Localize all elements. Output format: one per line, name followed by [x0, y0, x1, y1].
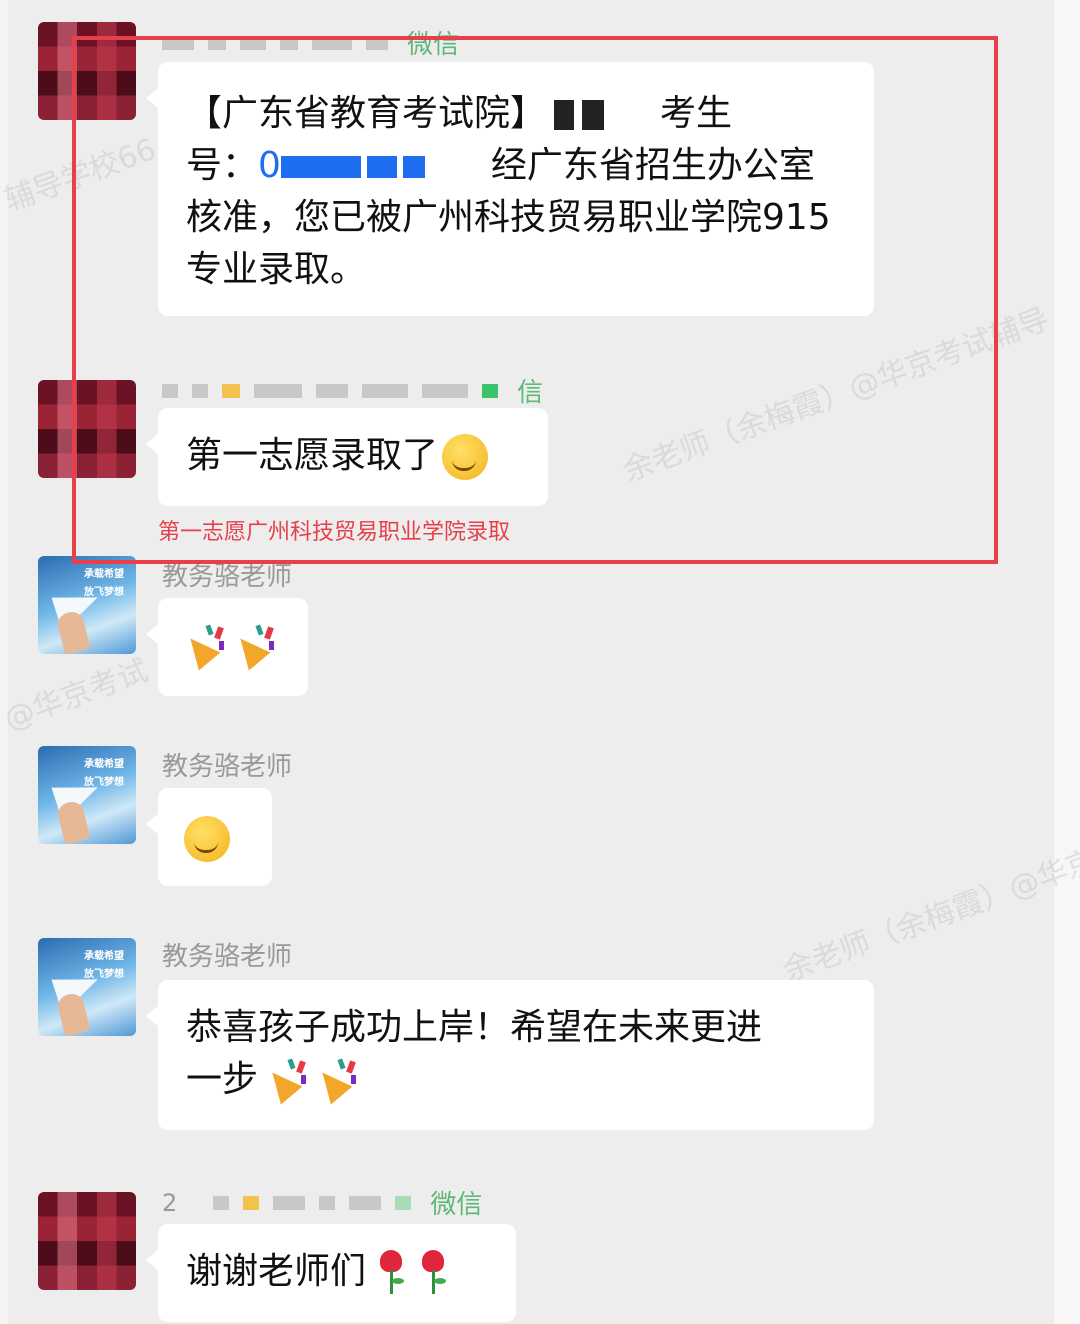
watermark: 余老师（余梅霞）@华京考试辅导 [778, 801, 1080, 989]
annotation-highlight-box [72, 36, 998, 564]
message-text: 恭喜孩子成功上岸！希望在未来更进 一步 [186, 1002, 846, 1106]
avatar[interactable] [38, 1192, 136, 1290]
avatar[interactable]: 承载希望 放飞梦想 [38, 746, 136, 844]
avatar-text: 承载希望 放飞梦想 [84, 569, 124, 598]
rose-emoji [416, 1250, 450, 1296]
rose-emoji [374, 1250, 408, 1296]
message-bubble[interactable] [146, 788, 272, 886]
sender-prefix: 2 [162, 1188, 178, 1217]
message-bubble[interactable]: 恭喜孩子成功上岸！希望在未来更进 一步 [146, 980, 874, 1130]
party-popper-emoji [261, 1058, 308, 1105]
avatar-text: 承载希望 放飞梦想 [84, 951, 124, 980]
sender-name-masked: 2 微信 [162, 1184, 482, 1221]
wechat-badge: 微信 [430, 1190, 483, 1220]
message-bubble[interactable] [146, 598, 308, 696]
sender-name: 教务骆老师 [162, 752, 293, 782]
smirking-face-emoji [184, 816, 230, 862]
sender-name: 教务骆老师 [162, 942, 293, 972]
right-edge [1054, 0, 1080, 1324]
party-popper-emoji [311, 1058, 358, 1105]
message-text: 谢谢老师们 [186, 1251, 367, 1292]
avatar[interactable]: 承载希望 放飞梦想 [38, 938, 136, 1036]
watermark: @华京考试 [0, 653, 153, 738]
chat-screen: 辅导学校66 余老师（余梅霞）@华京考试辅导 @华京考试 余老师（余梅霞）@华京… [0, 0, 1080, 1324]
message-bubble[interactable]: 谢谢老师们 [146, 1224, 516, 1322]
avatar[interactable]: 承载希望 放飞梦想 [38, 556, 136, 654]
party-popper-emoji [179, 624, 226, 671]
party-popper-emoji [229, 624, 276, 671]
avatar-text: 承载希望 放飞梦想 [84, 759, 124, 788]
